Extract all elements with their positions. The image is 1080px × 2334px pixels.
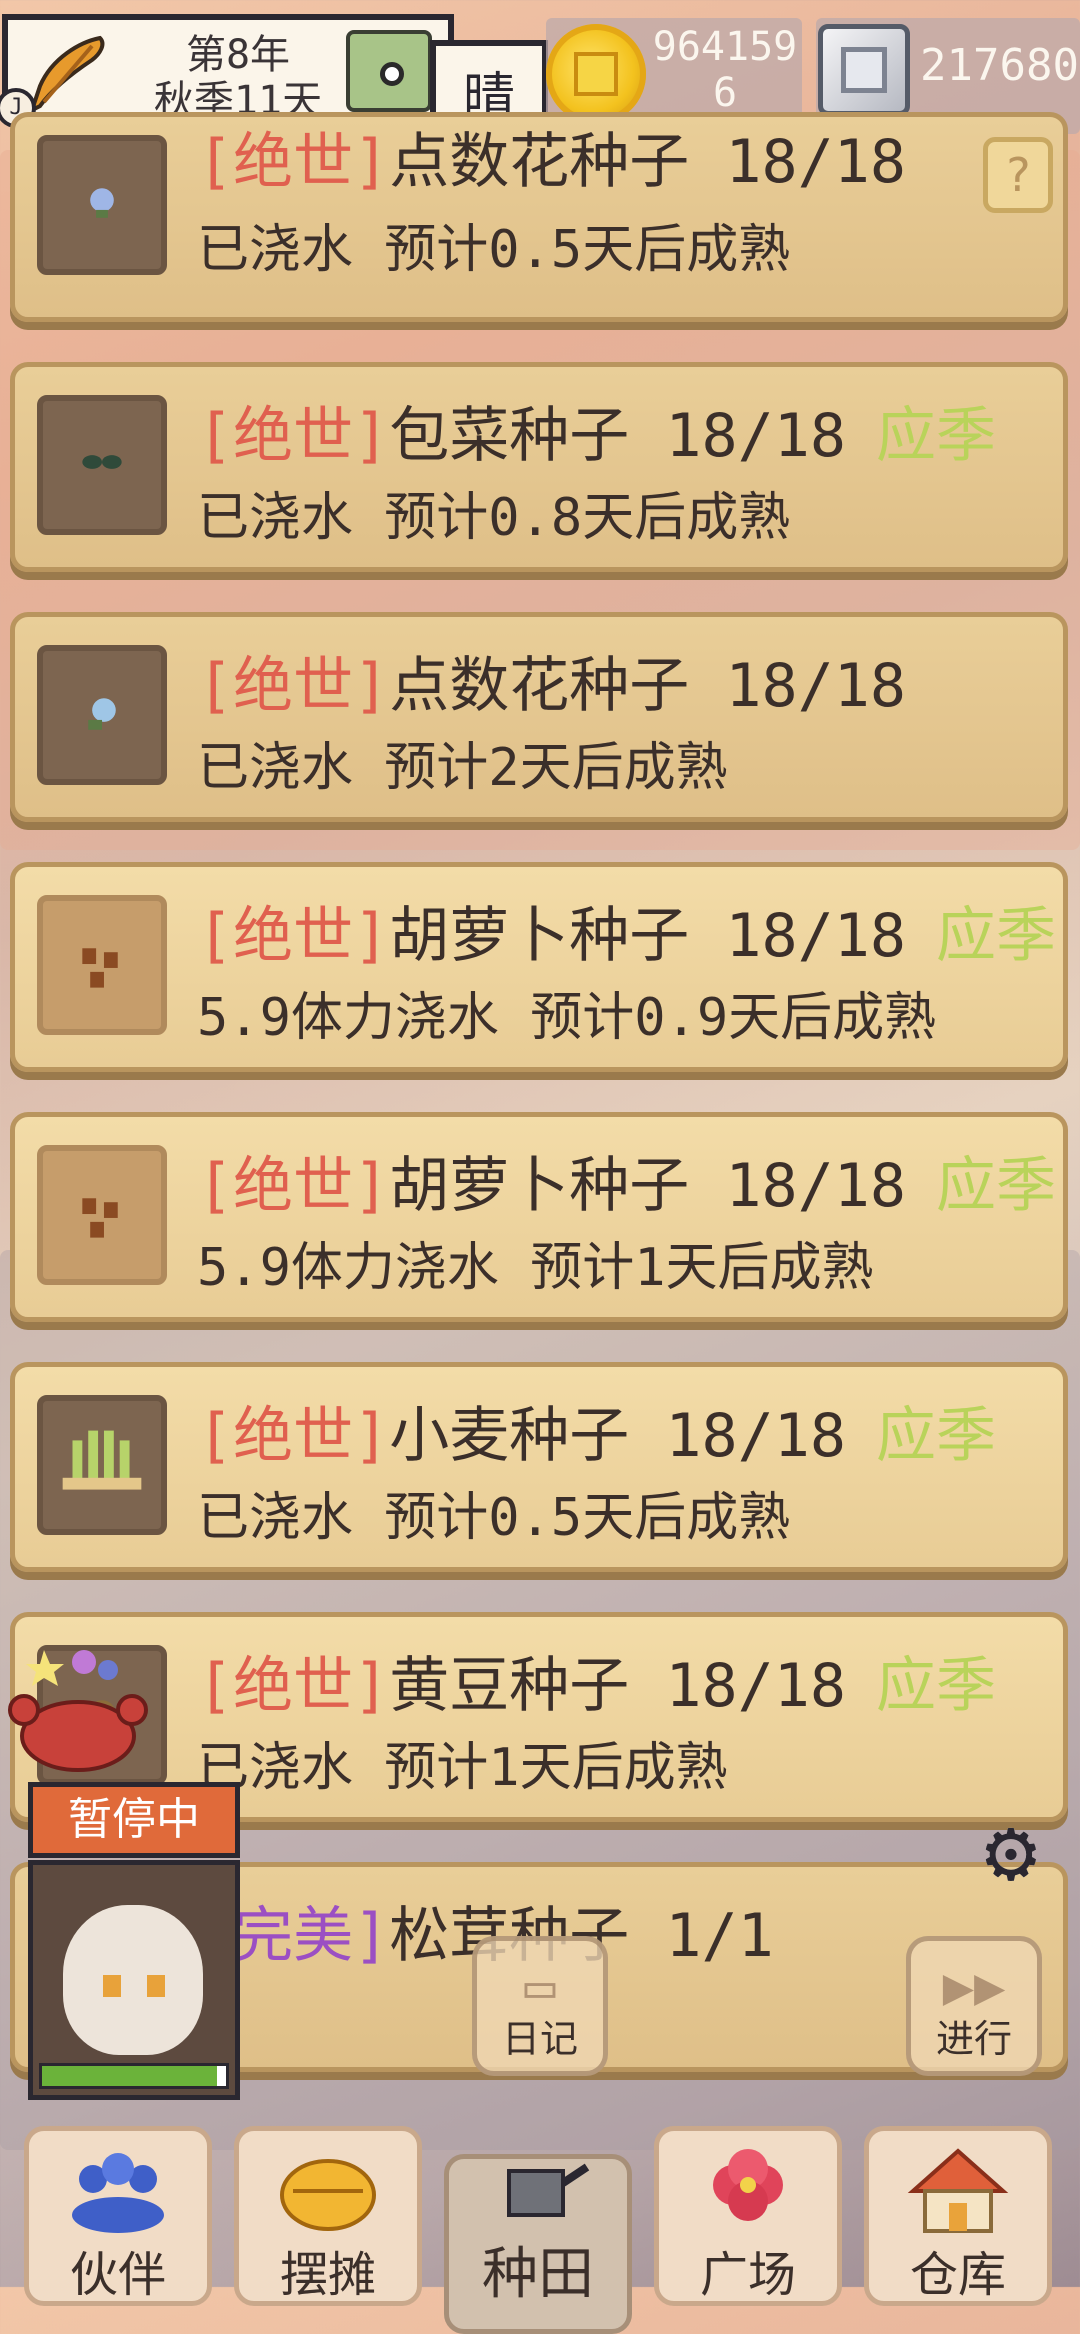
tab-label: 伙伴 <box>69 2247 166 2303</box>
character-portrait[interactable] <box>28 1860 240 2100</box>
crop-status: 5.9体力浇水 预计1天后成熟 <box>197 1238 874 1298</box>
proceed-label: 进行 <box>935 2017 1012 2061</box>
crop-name: 点数花种子 <box>389 651 690 721</box>
crop-name: 点数花种子 <box>389 127 690 197</box>
gem-amount: 217680 <box>920 40 1079 91</box>
crop-status: 已浇水 预计2天后成熟 <box>197 738 728 798</box>
carrot-seed-icon <box>82 948 118 988</box>
tab-plaza[interactable]: 广场 <box>654 2126 842 2306</box>
crop-count: 18/18 <box>665 1401 846 1471</box>
seed-slot <box>37 645 167 785</box>
tab-warehouse[interactable]: 仓库 <box>864 2126 1052 2306</box>
tab-label: 摆摊 <box>279 2247 376 2303</box>
crop-status: 已浇水 预计1天后成熟 <box>197 1738 728 1798</box>
paused-status-badge: 暂停中 <box>28 1782 240 1858</box>
crop-name: 包菜种子 <box>389 401 630 471</box>
seed-slot <box>37 1395 167 1535</box>
crop-card[interactable]: [绝世]胡萝卜种子 18/18 应季 5.9体力浇水 预计1天后成熟 <box>10 1112 1068 1322</box>
crop-name: 胡萝卜种子 <box>389 901 690 971</box>
in-season-tag: 应季 <box>876 1401 996 1471</box>
tab-label: 广场 <box>699 2247 796 2303</box>
tab-stall[interactable]: 摆摊 <box>234 2126 422 2306</box>
cabbage-seed-icon <box>82 455 122 469</box>
crop-name: 黄豆种子 <box>389 1651 630 1721</box>
blue-flower-sprout-icon <box>90 188 114 218</box>
crop-title: [绝世]胡萝卜种子 18/18 应季 <box>197 1137 1056 1224</box>
in-season-tag: 应季 <box>936 901 1056 971</box>
tab-farming[interactable]: 种田 <box>444 2154 632 2334</box>
gold-coin-icon <box>546 24 646 124</box>
in-season-tag: 应季 <box>936 1151 1056 1221</box>
wheat-icon <box>62 1430 142 1490</box>
settings-gear-icon[interactable]: ⚙ <box>966 1806 1056 1896</box>
crop-status: 已浇水 预计0.5天后成熟 <box>197 220 791 280</box>
proceed-button[interactable]: ▶▶ 进行 <box>906 1936 1042 2076</box>
crop-tier: [绝世] <box>197 1151 390 1221</box>
tab-label: 种田 <box>482 2242 594 2307</box>
crop-name: 小麦种子 <box>389 1401 630 1471</box>
coin-amount: 9641596 <box>652 24 798 116</box>
partners-icon <box>72 2153 164 2233</box>
crop-tier: [绝世] <box>197 1651 390 1721</box>
watering-can-icon <box>507 2163 590 2217</box>
crop-card[interactable]: [绝世]小麦种子 18/18 应季 已浇水 预计0.5天后成熟 <box>10 1362 1068 1572</box>
crop-title: [绝世]胡萝卜种子 18/18 应季 <box>197 887 1056 974</box>
crop-card[interactable]: [绝世]包菜种子 18/18 应季 已浇水 预计0.8天后成熟 <box>10 362 1068 572</box>
crop-card[interactable]: [绝世]胡萝卜种子 18/18 应季 5.9体力浇水 预计0.9天后成熟 <box>10 862 1068 1072</box>
crop-count: 18/18 <box>725 127 906 197</box>
crop-name: 胡萝卜种子 <box>389 1151 690 1221</box>
weather-icon <box>346 30 432 112</box>
seed-slot <box>37 135 167 275</box>
crop-count: 18/18 <box>665 1651 846 1721</box>
silver-gem-icon <box>818 24 910 116</box>
house-icon <box>907 2148 1009 2233</box>
tab-partners[interactable]: 伙伴 <box>24 2126 212 2306</box>
seed-slot <box>37 895 167 1035</box>
crop-title: [绝世]包菜种子 18/18 应季 <box>197 387 996 474</box>
character-eye <box>147 1975 165 1997</box>
crop-tier: [绝世] <box>197 1401 390 1471</box>
stamina-fill <box>42 2066 217 2086</box>
crop-title: [绝世]点数花种子 18/18 <box>197 637 906 724</box>
tab-label: 仓库 <box>909 2247 1006 2303</box>
crop-card[interactable]: [绝世]点数花种子 18/18 已浇水 预计0.5天后成熟 ? <box>10 112 1068 322</box>
crop-status: 已浇水 预计0.8天后成熟 <box>197 488 791 548</box>
diary-label: 日记 <box>501 2017 578 2061</box>
crop-status: 5.9体力浇水 预计0.9天后成熟 <box>197 988 937 1048</box>
crop-count: 1/1 <box>665 1901 774 1971</box>
crop-title: [绝世]点数花种子 18/18 <box>197 113 906 200</box>
crop-count: 18/18 <box>725 1151 906 1221</box>
blue-flower-sprout-icon <box>88 698 116 730</box>
crop-tier: [绝世] <box>197 651 390 721</box>
crop-tier: [绝世] <box>197 901 390 971</box>
crop-status: 已浇水 预计0.5天后成熟 <box>197 1488 791 1548</box>
help-button[interactable]: ? <box>983 137 1053 213</box>
in-season-tag: 应季 <box>876 401 996 471</box>
seed-slot <box>37 1145 167 1285</box>
diary-button[interactable]: ▭ 日记 <box>472 1936 608 2076</box>
carrot-seed-icon <box>82 1198 118 1238</box>
crab-pet-icon[interactable] <box>4 1640 152 1780</box>
crop-title: [绝世]黄豆种子 18/18 应季 <box>197 1637 996 1724</box>
character-eye <box>103 1975 121 1997</box>
date-panel[interactable]: 第8年 秋季11天 <box>2 14 454 124</box>
crop-count: 18/18 <box>665 401 846 471</box>
in-season-tag: 应季 <box>876 1651 996 1721</box>
crop-title: [绝世]小麦种子 18/18 应季 <box>197 1387 996 1474</box>
flower-icon <box>713 2149 783 2221</box>
seed-slot <box>37 395 167 535</box>
character-avatar <box>63 1905 203 2055</box>
crop-count: 18/18 <box>725 901 906 971</box>
crop-card[interactable]: [绝世]点数花种子 18/18 已浇水 预计2天后成熟 <box>10 612 1068 822</box>
crop-tier: [绝世] <box>197 127 390 197</box>
crop-count: 18/18 <box>725 651 906 721</box>
stall-icon <box>280 2159 376 2231</box>
crop-tier: [绝世] <box>197 401 390 471</box>
stamina-bar <box>39 2063 229 2089</box>
